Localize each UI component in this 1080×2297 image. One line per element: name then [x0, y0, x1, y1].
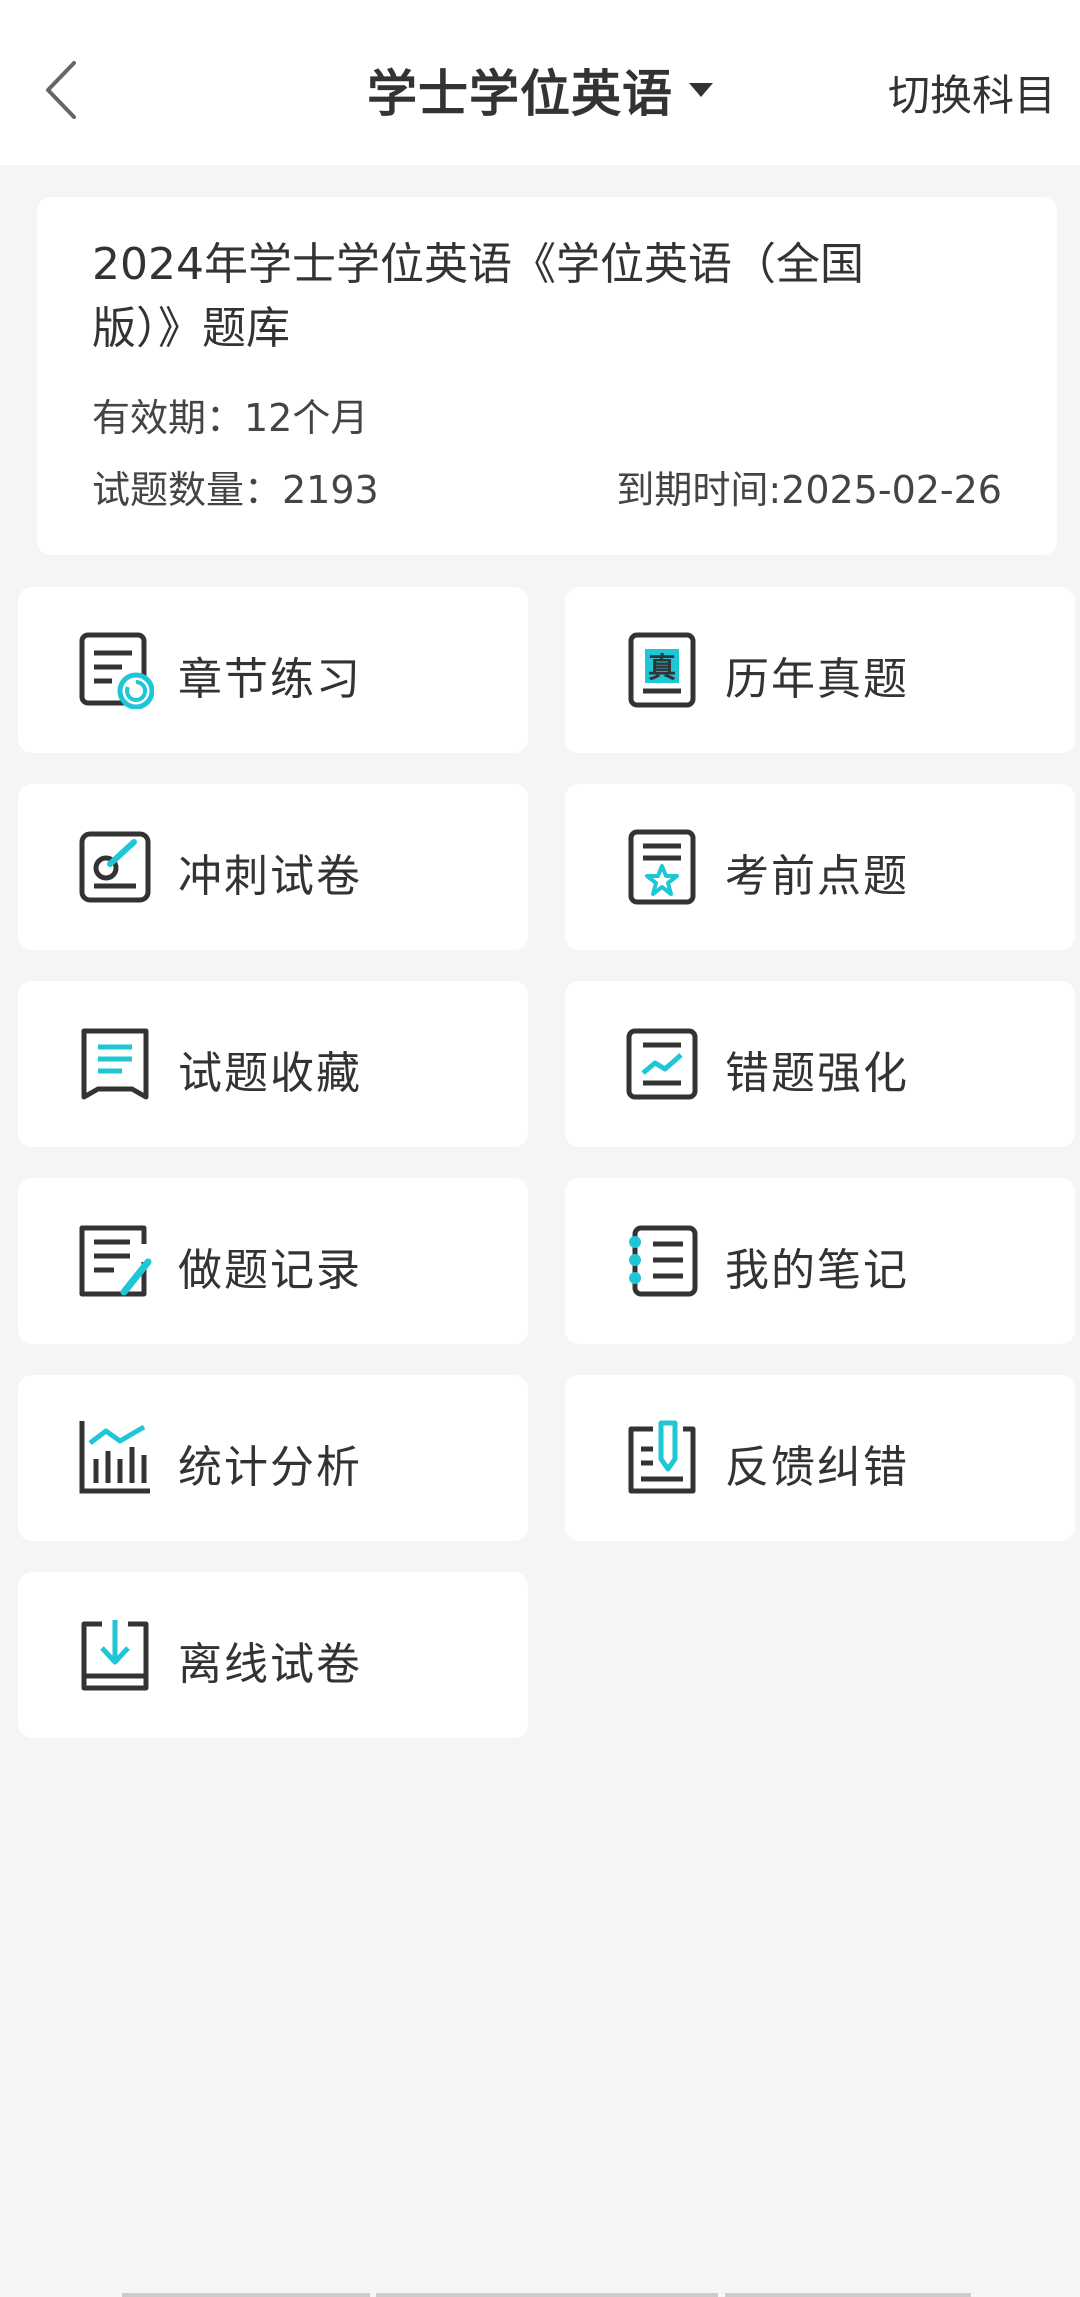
offline-paper-icon: [81, 1620, 149, 1691]
menu-statistics[interactable]: 统计分析: [18, 1375, 528, 1541]
menu-label: 冲刺试卷: [178, 851, 362, 902]
menu-feedback[interactable]: 反馈纠错: [565, 1375, 1075, 1541]
menu-notes[interactable]: 我的笔记: [565, 1178, 1075, 1344]
dropdown-caret-icon: [689, 83, 713, 97]
feedback-icon: [628, 1420, 696, 1494]
menu-practice-record[interactable]: 做题记录: [18, 1178, 528, 1344]
chapter-practice-icon: [79, 632, 154, 709]
menu-wrong-questions[interactable]: 错题强化: [565, 981, 1075, 1147]
nav-indicator-segment: [725, 2293, 971, 2297]
menu-label: 试题收藏: [178, 1048, 362, 1099]
nav-indicator-segment: [122, 2293, 370, 2297]
menu-label: 章节练习: [178, 654, 362, 705]
menu-label: 错题强化: [725, 1048, 909, 1099]
statistics-icon: [79, 1421, 150, 1494]
menu-label: 历年真题: [725, 654, 909, 705]
svg-text:真: 真: [648, 651, 676, 684]
menu-offline-paper[interactable]: 离线试卷: [18, 1572, 528, 1738]
page-title: 学士学位英语: [367, 65, 673, 123]
menu-past-exams[interactable]: 真 历年真题: [565, 587, 1075, 753]
menu-chapter-practice[interactable]: 章节练习: [18, 587, 528, 753]
nav-indicator-segment: [376, 2293, 718, 2297]
top-bar: 学士学位英语 切换科目: [0, 0, 1080, 165]
menu-sprint-paper[interactable]: 冲刺试卷: [18, 784, 528, 950]
switch-subject-button[interactable]: 切换科目: [888, 62, 1056, 123]
past-exams-icon: 真: [628, 632, 696, 708]
favorites-icon: [81, 1028, 149, 1100]
menu-pre-exam-tips[interactable]: 考前点题: [565, 784, 1075, 950]
practice-record-icon: [79, 1225, 152, 1297]
menu-favorites[interactable]: 试题收藏: [18, 981, 528, 1147]
expiry-text: 到期时间:2025-02-26: [616, 468, 1002, 512]
pre-exam-tips-icon: [628, 829, 696, 905]
menu-label: 统计分析: [178, 1442, 362, 1493]
question-bank-card: 2024年学士学位英语《学位英语（全国版）》题库 有效期：12个月 试题数量：2…: [37, 197, 1057, 555]
bank-title: 2024年学士学位英语《学位英语（全国版）》题库: [92, 239, 864, 354]
sprint-paper-icon: [79, 831, 151, 903]
menu-label: 考前点题: [725, 851, 909, 902]
menu-label: 我的笔记: [725, 1245, 909, 1296]
menu-label: 离线试卷: [178, 1639, 362, 1690]
menu-label: 做题记录: [178, 1245, 362, 1296]
menu-label: 反馈纠错: [725, 1442, 909, 1493]
notes-icon: [629, 1225, 698, 1297]
question-count-text: 试题数量：2193: [92, 468, 379, 512]
wrong-questions-icon: [626, 1028, 698, 1100]
validity-text: 有效期：12个月: [92, 396, 369, 440]
